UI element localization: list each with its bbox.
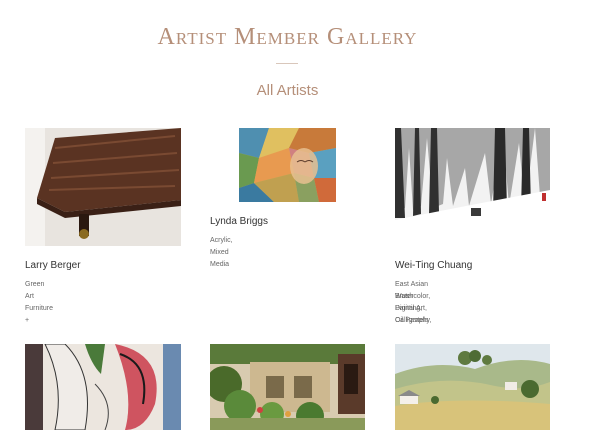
artist-media: Green Art Furniture + xyxy=(25,281,54,324)
artwork-rolling-hills-image[interactable] xyxy=(395,344,550,430)
artist-name[interactable]: Larry Berger xyxy=(25,260,81,271)
artist-media-line2: Watercolor, Digital Art, Oil Pastels xyxy=(395,293,431,324)
artwork-stained-glass-image[interactable] xyxy=(239,128,336,202)
title-divider xyxy=(276,63,298,64)
gallery-title: Artist Member Gallery xyxy=(157,24,418,50)
all-artists-heading[interactable]: All Artists xyxy=(0,82,575,99)
artwork-misty-forest-image[interactable] xyxy=(395,128,550,246)
artwork-abstract-heart-image[interactable] xyxy=(25,344,181,430)
artwork-garden-courtyard-image[interactable] xyxy=(210,344,365,430)
artist-name[interactable]: Wei-Ting Chuang xyxy=(395,260,472,271)
artwork-wood-table-image[interactable] xyxy=(25,128,181,246)
artist-media: Acrylic, Mixed Media xyxy=(210,237,233,268)
artist-name[interactable]: Lynda Briggs xyxy=(210,216,268,227)
